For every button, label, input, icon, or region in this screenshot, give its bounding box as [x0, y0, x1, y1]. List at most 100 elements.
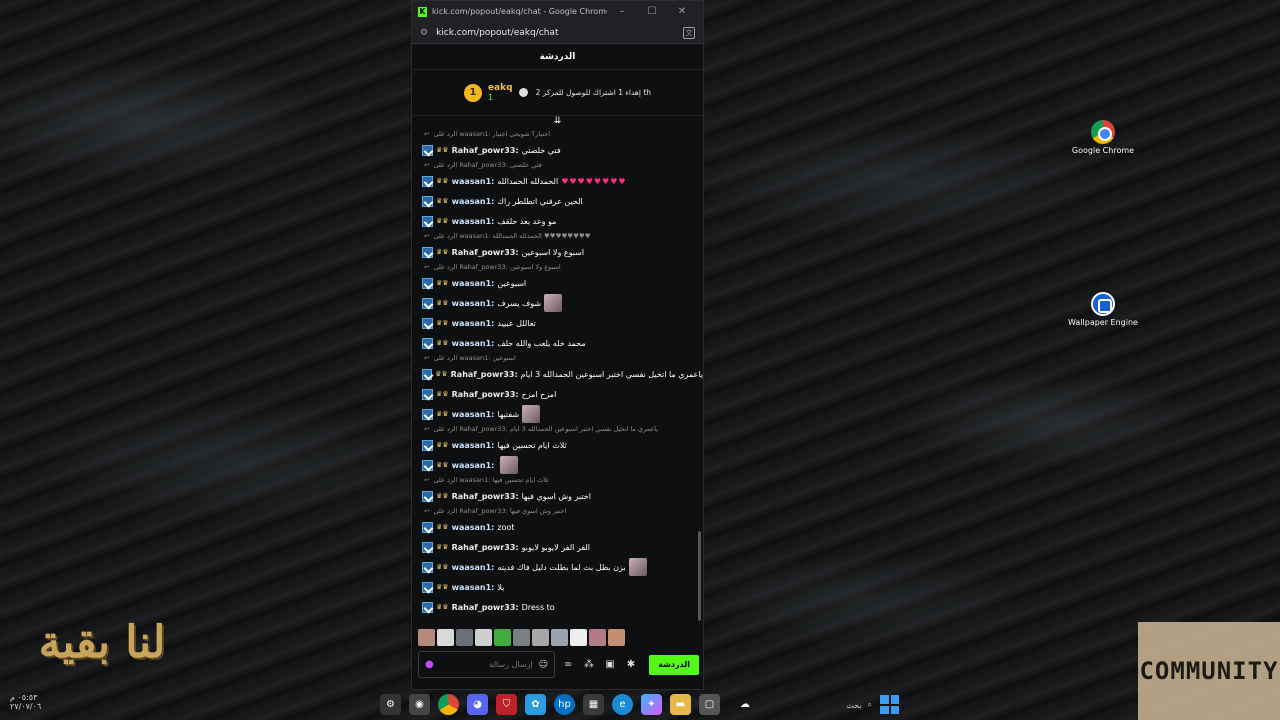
- shield-app-icon[interactable]: ⛉: [496, 694, 517, 715]
- gift-leaderboard[interactable]: 1 eakq 1 إهداء 1 اشتراك للوصول للمركز 2 …: [412, 70, 703, 116]
- quick-emote-button[interactable]: [551, 629, 568, 646]
- desktop-icon-wallpaper-engine[interactable]: Wallpaper Engine: [1063, 292, 1143, 328]
- reply-reference[interactable]: ↩ الرد على waasan1: ثلاث ايام تحسين فيها: [412, 475, 703, 486]
- quick-emote-button[interactable]: [589, 629, 606, 646]
- chat-message[interactable]: ♛♛ Rahaf_powr33: الفر الفر لايوبو لايوبو: [412, 537, 703, 557]
- chat-bubble-icon[interactable]: ✿: [525, 694, 546, 715]
- reply-reference[interactable]: ↩ الرد على Rahaf_powr33: ياعمري ما اتخيل …: [412, 424, 703, 435]
- chat-scrollbar[interactable]: [698, 531, 701, 621]
- search-label[interactable]: بحث: [846, 701, 861, 710]
- quick-emote-button[interactable]: [418, 629, 435, 646]
- chat-username[interactable]: waasan1:: [452, 563, 495, 572]
- chat-username[interactable]: waasan1:: [452, 279, 495, 288]
- chat-message[interactable]: ♛♛ Rahaf_powr33: امزح امزح: [412, 384, 703, 404]
- infinity-icon[interactable]: ∞: [560, 659, 576, 670]
- window-app-icon[interactable]: ▢: [699, 694, 720, 715]
- chat-message[interactable]: ♛♛ waasan1: ثلاث ايام تحسين فيها: [412, 435, 703, 455]
- chat-username[interactable]: Rahaf_powr33:: [452, 543, 519, 552]
- subscriber-badge-icon: ♛♛: [436, 248, 449, 256]
- chat-username[interactable]: waasan1:: [452, 319, 495, 328]
- emoji-icon[interactable]: ☺: [539, 660, 548, 670]
- quick-emote-button[interactable]: [494, 629, 511, 646]
- chrome-taskbar-icon[interactable]: [438, 694, 459, 715]
- chat-message[interactable]: ♛♛ Rahaf_powr33: اسبوع ولا اسبوعين: [412, 242, 703, 262]
- chat-message[interactable]: ♛♛ waasan1: اسبوعين: [412, 273, 703, 293]
- gift-box-icon[interactable]: ▣: [602, 659, 618, 670]
- chat-message[interactable]: ♛♛ Rahaf_powr33: فتي خلصتي: [412, 140, 703, 160]
- start-button[interactable]: [880, 695, 899, 714]
- chat-username[interactable]: waasan1:: [452, 410, 495, 419]
- reply-reference[interactable]: ↩ الرد على waasan1: الحمدلله الحمدالله ♥♥…: [412, 231, 703, 242]
- settings-icon[interactable]: ✱: [623, 659, 639, 670]
- chat-username[interactable]: waasan1:: [452, 339, 495, 348]
- chat-username[interactable]: waasan1:: [452, 441, 495, 450]
- chat-message-text: اسبوعين: [497, 278, 527, 288]
- quick-emote-button[interactable]: [570, 629, 587, 646]
- chat-message[interactable]: ♛♛ waasan1: zoot: [412, 517, 703, 537]
- chat-username[interactable]: waasan1:: [452, 461, 495, 470]
- chat-username[interactable]: Rahaf_powr33:: [452, 248, 519, 257]
- chat-message[interactable]: ♛♛ waasan1: محمد خله يلعب والله حلف: [412, 333, 703, 353]
- quick-emote-button[interactable]: [513, 629, 530, 646]
- chat-message[interactable]: ♛♛ waasan1: الحين عرفني اتطلطر راك: [412, 191, 703, 211]
- chat-message[interactable]: ♛♛ waasan1: شفتيها: [412, 404, 703, 424]
- chat-message[interactable]: ♛♛ Rahaf_powr33: اختبر وش اسوي فيها: [412, 486, 703, 506]
- taskbar-search[interactable]: بحث ⌕: [792, 696, 872, 714]
- hp-icon[interactable]: hp: [554, 694, 575, 715]
- chat-message[interactable]: ♛♛ waasan1: يلا: [412, 577, 703, 597]
- chat-message[interactable]: ♛♛ waasan1: بزن بطل بث لما بطلت دليل فاك ف…: [412, 557, 703, 577]
- copilot-icon[interactable]: ✦: [641, 694, 662, 715]
- scroll-to-bottom-icon[interactable]: ⇊: [412, 116, 703, 126]
- quick-emote-button[interactable]: [475, 629, 492, 646]
- translate-icon[interactable]: 文: [683, 26, 695, 39]
- chat-username[interactable]: waasan1:: [452, 217, 495, 226]
- weather-icon[interactable]: ☁: [728, 694, 762, 715]
- chat-username[interactable]: Rahaf_powr33:: [451, 370, 518, 379]
- url-text[interactable]: kick.com/popout/eakq/chat: [436, 28, 683, 38]
- chat-message[interactable]: ♛♛ Rahaf_powr33: ياعمري ما اتخيل نفسي اختب…: [412, 364, 703, 384]
- reply-reference[interactable]: ↩ الرد على Rahaf_powr33: اسبوع ولا اسبوعي…: [412, 262, 703, 273]
- chat-username[interactable]: waasan1:: [452, 197, 495, 206]
- chat-input-placeholder[interactable]: إرسال رسالة: [440, 660, 532, 669]
- reply-reference[interactable]: ↩ الرد على waasan1: اسبوعين: [412, 353, 703, 364]
- mic-icon[interactable]: ●: [425, 659, 434, 670]
- users-icon[interactable]: ⁂: [581, 659, 597, 670]
- chat-input[interactable]: ● إرسال رسالة ☺: [418, 651, 555, 678]
- chat-username[interactable]: Rahaf_powr33:: [452, 146, 519, 155]
- chat-message[interactable]: ♛♛ Rahaf_powr33: Dress to: [412, 597, 703, 617]
- chat-message[interactable]: ♛♛ waasan1: شوف يسرف: [412, 293, 703, 313]
- chat-message[interactable]: ♛♛ waasan1: مو وعد بعد حلقف: [412, 211, 703, 231]
- discord-icon[interactable]: ◕: [467, 694, 488, 715]
- quick-emote-button[interactable]: [456, 629, 473, 646]
- address-bar[interactable]: ⚙ kick.com/popout/eakq/chat 文: [412, 22, 703, 44]
- chat-message[interactable]: ♛♛ waasan1: الحمدلله الحمدالله ♥♥♥♥♥♥♥♥: [412, 171, 703, 191]
- reply-reference[interactable]: ↩ الرد على waasan1: اختيار؟ شويجي اختيار: [412, 129, 703, 140]
- chat-username[interactable]: waasan1:: [452, 523, 495, 532]
- reply-reference[interactable]: ↩ الرد على Rahaf_powr33: فتي خلصتي: [412, 160, 703, 171]
- chat-username[interactable]: Rahaf_powr33:: [452, 390, 519, 399]
- reply-reference[interactable]: ↩ الرد على Rahaf_powr33: اختبر وش اسوي في…: [412, 506, 703, 517]
- chat-username[interactable]: Rahaf_powr33:: [452, 492, 519, 501]
- chat-message[interactable]: ♛♛ waasan1:: [412, 455, 703, 475]
- chat-message-text: بزن بطل بث لما بطلت دليل فاك فديته: [497, 562, 626, 572]
- folder-icon[interactable]: ▬: [670, 694, 691, 715]
- quick-emote-button[interactable]: [437, 629, 454, 646]
- settings-gear-icon[interactable]: ⚙: [380, 694, 401, 715]
- minimize-icon[interactable]: –: [607, 6, 637, 17]
- quick-emote-button[interactable]: [608, 629, 625, 646]
- maximize-icon[interactable]: ☐: [637, 6, 667, 17]
- send-chat-button[interactable]: الدردشة: [649, 654, 699, 675]
- desktop-icon-chrome[interactable]: Google Chrome: [1063, 120, 1143, 156]
- window-titlebar[interactable]: K kick.com/popout/eakq/chat - Google Chr…: [412, 1, 703, 22]
- close-icon[interactable]: ✕: [667, 6, 697, 17]
- chat-username[interactable]: waasan1:: [452, 583, 495, 592]
- quick-emote-button[interactable]: [532, 629, 549, 646]
- site-info-icon[interactable]: ⚙: [420, 28, 428, 38]
- record-icon[interactable]: ◉: [409, 694, 430, 715]
- chat-username[interactable]: waasan1:: [452, 177, 495, 186]
- store-icon[interactable]: ▦: [583, 694, 604, 715]
- edge-icon[interactable]: e: [612, 694, 633, 715]
- chat-message[interactable]: ♛♛ waasan1: تعاللل عبييد: [412, 313, 703, 333]
- chat-username[interactable]: Rahaf_powr33:: [452, 603, 519, 612]
- chat-username[interactable]: waasan1:: [452, 299, 495, 308]
